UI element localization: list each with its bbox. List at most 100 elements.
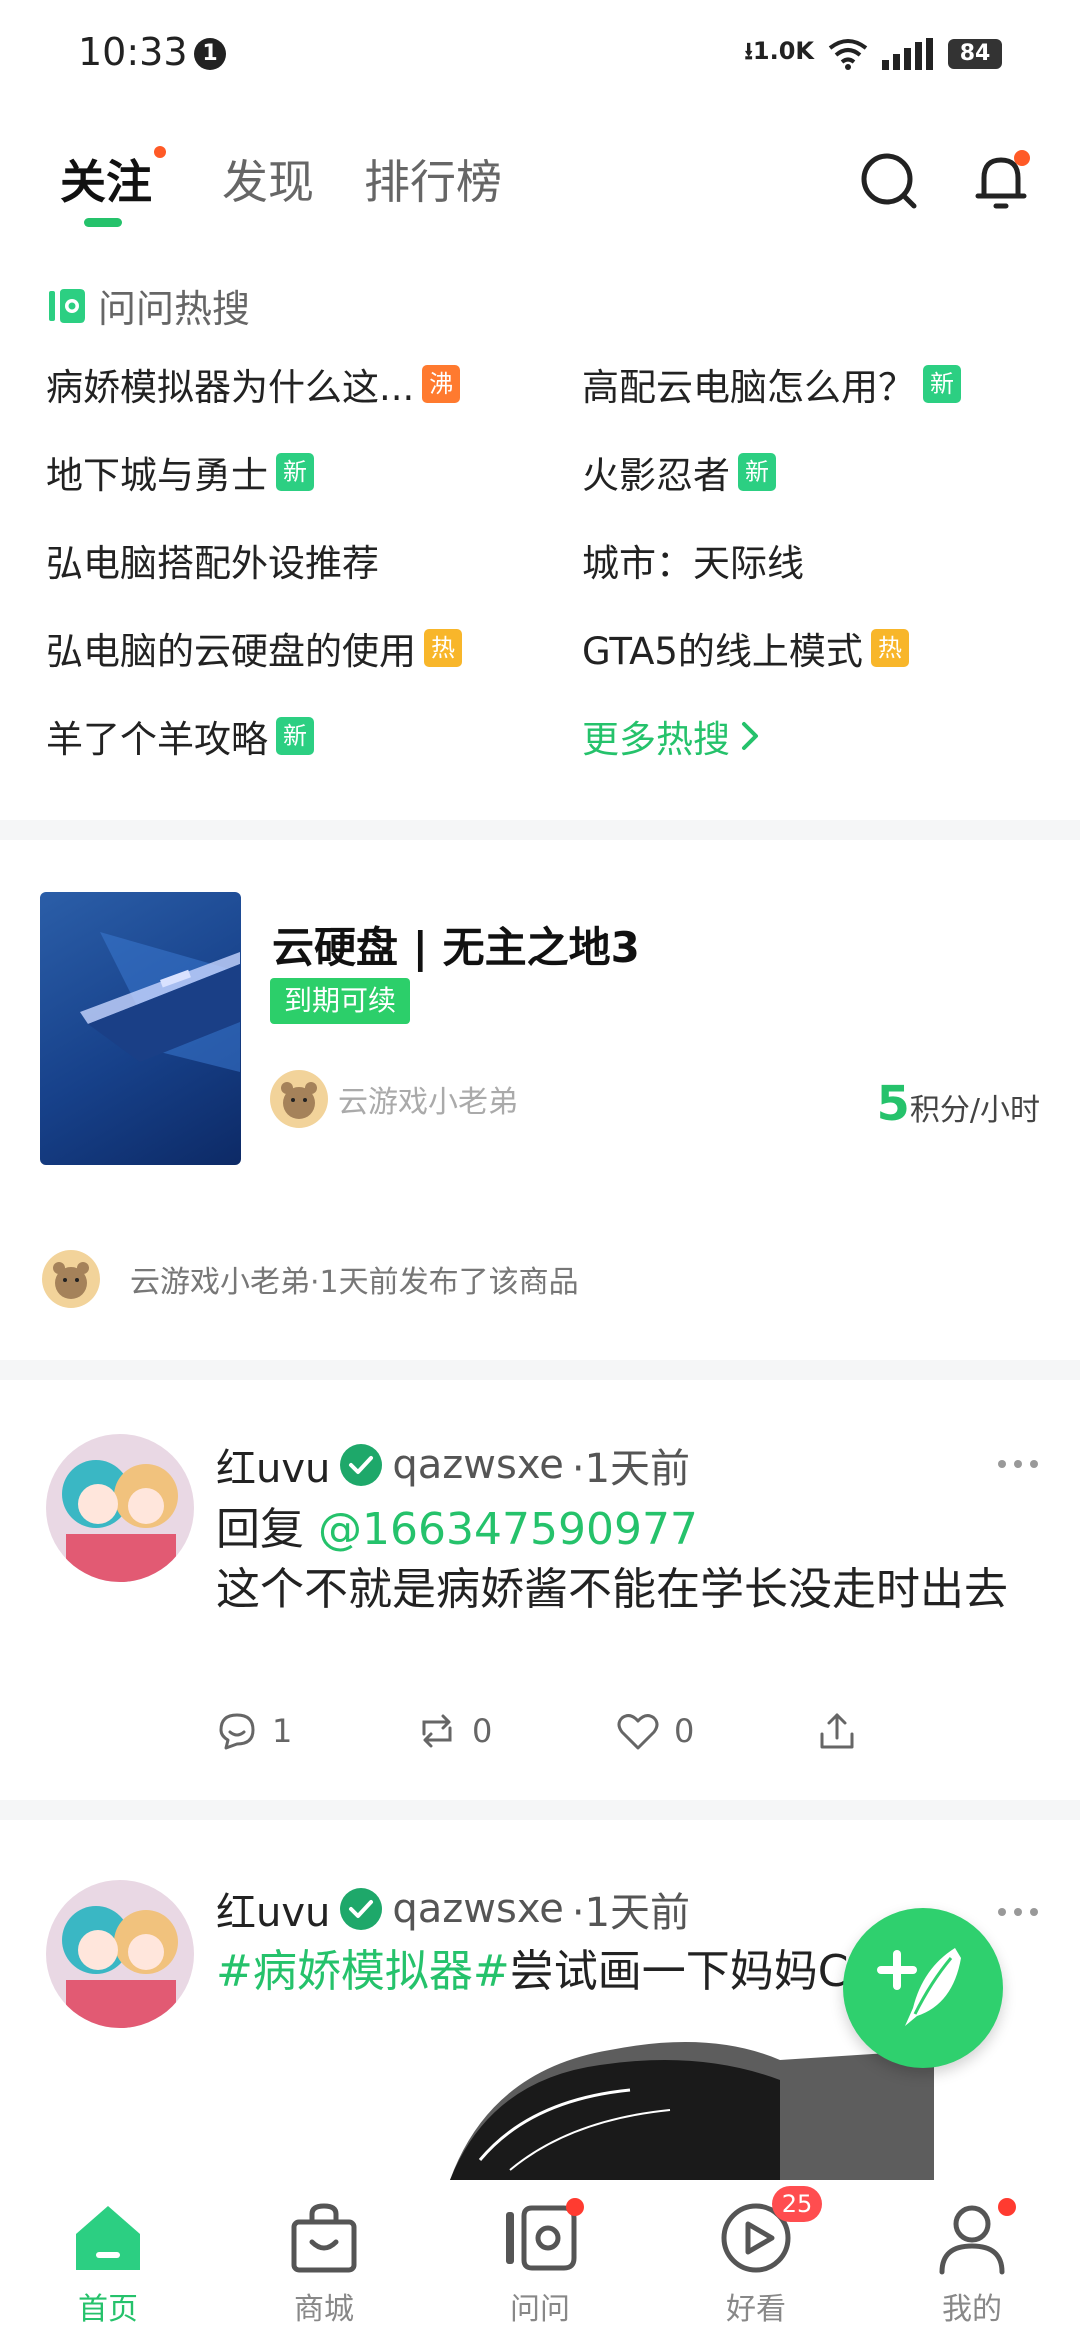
tab-discover[interactable]: 发现	[222, 146, 314, 212]
wifi-icon	[828, 39, 868, 70]
hot-search-item[interactable]: 弘电脑的云硬盘的使用 热	[46, 618, 462, 678]
badge-hot: 热	[870, 629, 909, 667]
nav-mall-label: 商城	[294, 2292, 354, 2327]
publish-text: 云游戏小老弟·1天前发布了该商品	[130, 1265, 579, 1300]
post-username[interactable]: 红uvu	[216, 1436, 330, 1494]
hot-search-item[interactable]: 高配云电脑怎么用？ 新	[582, 354, 961, 414]
nav-wenwen-label: 问问	[510, 2292, 570, 2327]
hashtag-link[interactable]: #病娇模拟器#	[216, 1946, 510, 1997]
tab-active-indicator	[84, 218, 122, 227]
tab-follow-dot	[154, 146, 166, 158]
play-circle-icon: 25	[718, 2186, 822, 2276]
hot-search-text: 地下城与勇士	[46, 454, 268, 497]
bottom-nav: 首页 商城 问问 25 好看 我的	[0, 2180, 1080, 2340]
hot-search-text: 城市：天际线	[582, 542, 804, 585]
comment-count: 1	[272, 1712, 293, 1750]
search-button[interactable]	[854, 146, 924, 216]
badge-boil: 沸	[422, 365, 461, 403]
avatar-image	[46, 1880, 194, 2028]
section-divider	[0, 1360, 1080, 1380]
post-username[interactable]: 红uvu	[216, 1880, 330, 1938]
comment-button[interactable]: 1	[216, 1710, 416, 1752]
publish-info: 云游戏小老弟·1天前发布了该商品	[42, 1250, 579, 1308]
wenwen-icon	[502, 2198, 584, 2276]
seller-name: 云游戏小老弟	[338, 1085, 518, 1120]
more-options-icon[interactable]	[996, 1454, 1040, 1474]
post-header: 红uvu qazwsxe ·1天前	[216, 1880, 690, 1938]
verified-icon	[340, 1444, 383, 1486]
net-speed: ⭳1.0K	[744, 36, 814, 65]
hot-search-item[interactable]: 病娇模拟器为什么这... 沸	[46, 354, 461, 414]
post-reply-line: 回复 @166347590977	[216, 1502, 1016, 1558]
hot-search-item[interactable]: 弘电脑搭配外设推荐	[46, 530, 379, 590]
post-card[interactable]: 红uvu qazwsxe ·1天前 回复 @166347590977 这个不就是…	[0, 1380, 1080, 1800]
post-time: ·1天前	[571, 1890, 691, 1936]
share-button[interactable]	[816, 1710, 1016, 1752]
post-header: 红uvu qazwsxe ·1天前	[216, 1436, 690, 1494]
product-card[interactable]: 云硬盘 | 无主之地3 到期可续 云游戏小老弟 5积分/小时 云游戏小老弟·1天…	[0, 840, 1080, 1360]
search-icon	[861, 153, 917, 209]
hot-search-text: 病娇模拟器为什么这...	[46, 366, 415, 409]
home-icon	[70, 2200, 146, 2276]
seller-info[interactable]: 云游戏小老弟	[270, 1070, 518, 1128]
price-unit: 积分/小时	[909, 1093, 1040, 1128]
hot-search-text: 弘电脑的云硬盘的使用	[46, 630, 416, 673]
repost-count: 0	[472, 1712, 493, 1750]
hot-search-item[interactable]: 城市：天际线	[582, 530, 804, 590]
notifications-button[interactable]	[966, 146, 1036, 216]
user-avatar[interactable]	[46, 1434, 194, 1582]
status-right: ⭳1.0K 84	[744, 34, 1002, 74]
hot-search-item[interactable]: 火影忍者 新	[582, 442, 776, 502]
post-time: ·1天前	[571, 1446, 691, 1492]
product-thumbnail	[40, 892, 241, 1165]
nav-me[interactable]: 我的	[892, 2198, 1052, 2340]
more-hot-search-link[interactable]: 更多热搜	[582, 706, 762, 766]
notification-count-icon: 1	[194, 38, 226, 70]
hot-search-item[interactable]: 地下城与勇士 新	[46, 442, 314, 502]
hot-search-item[interactable]: 羊了个羊攻略 新	[46, 706, 314, 766]
like-button[interactable]: 0	[616, 1710, 816, 1752]
badge-new: 新	[738, 453, 776, 491]
nav-wenwen-dot	[566, 2198, 584, 2216]
repost-icon	[422, 1714, 452, 1748]
hot-search-title: 问问热搜	[98, 287, 251, 331]
badge-new: 新	[276, 717, 314, 755]
section-divider	[0, 820, 1080, 840]
hot-search-header: 问问热搜	[46, 278, 250, 333]
nav-watch-badge: 25	[772, 2186, 822, 2222]
feather-pen-icon	[877, 1948, 961, 2026]
avatar-image	[46, 1434, 194, 1582]
tab-ranking[interactable]: 排行榜	[364, 146, 502, 212]
hot-search-text: 高配云电脑怎么用？	[582, 366, 915, 409]
reply-mention-link[interactable]: @166347590977	[318, 1504, 698, 1555]
user-avatar[interactable]	[46, 1880, 194, 2028]
reply-prefix: 回复	[216, 1504, 318, 1555]
hot-search-text: 火影忍者	[582, 454, 730, 497]
hot-search-text: GTA5的线上模式	[582, 630, 863, 673]
signal-icon	[882, 38, 933, 70]
nav-watch[interactable]: 25 好看	[676, 2186, 836, 2340]
share-icon	[820, 1713, 854, 1749]
net-speed-value: 1.0K	[752, 36, 814, 65]
compose-button[interactable]	[843, 1908, 1003, 2068]
section-divider	[0, 1800, 1080, 1820]
price-value: 5	[876, 1076, 910, 1132]
nav-mall[interactable]: 商城	[244, 2200, 404, 2340]
tab-follow[interactable]: 关注	[60, 146, 152, 212]
post-handle: qazwsxe	[392, 1442, 564, 1488]
badge-new: 新	[276, 453, 314, 491]
status-bar: 10:33 1 ⭳1.0K 84	[0, 0, 1080, 110]
repost-button[interactable]: 0	[416, 1710, 616, 1752]
product-title: 云硬盘 | 无主之地3	[272, 923, 640, 972]
hot-search-item[interactable]: GTA5的线上模式 热	[582, 618, 909, 678]
nav-wenwen[interactable]: 问问	[460, 2198, 620, 2340]
comment-icon	[219, 1713, 255, 1750]
nav-home-label: 首页	[78, 2292, 138, 2327]
product-price: 5积分/小时	[876, 1076, 1040, 1132]
heart-icon	[617, 1714, 659, 1750]
top-nav: 关注 发现 排行榜	[0, 130, 1080, 240]
nav-home[interactable]: 首页	[28, 2200, 188, 2340]
badge-new: 新	[923, 365, 961, 403]
renewable-tag: 到期可续	[270, 978, 411, 1024]
chevron-right-icon	[742, 722, 758, 750]
